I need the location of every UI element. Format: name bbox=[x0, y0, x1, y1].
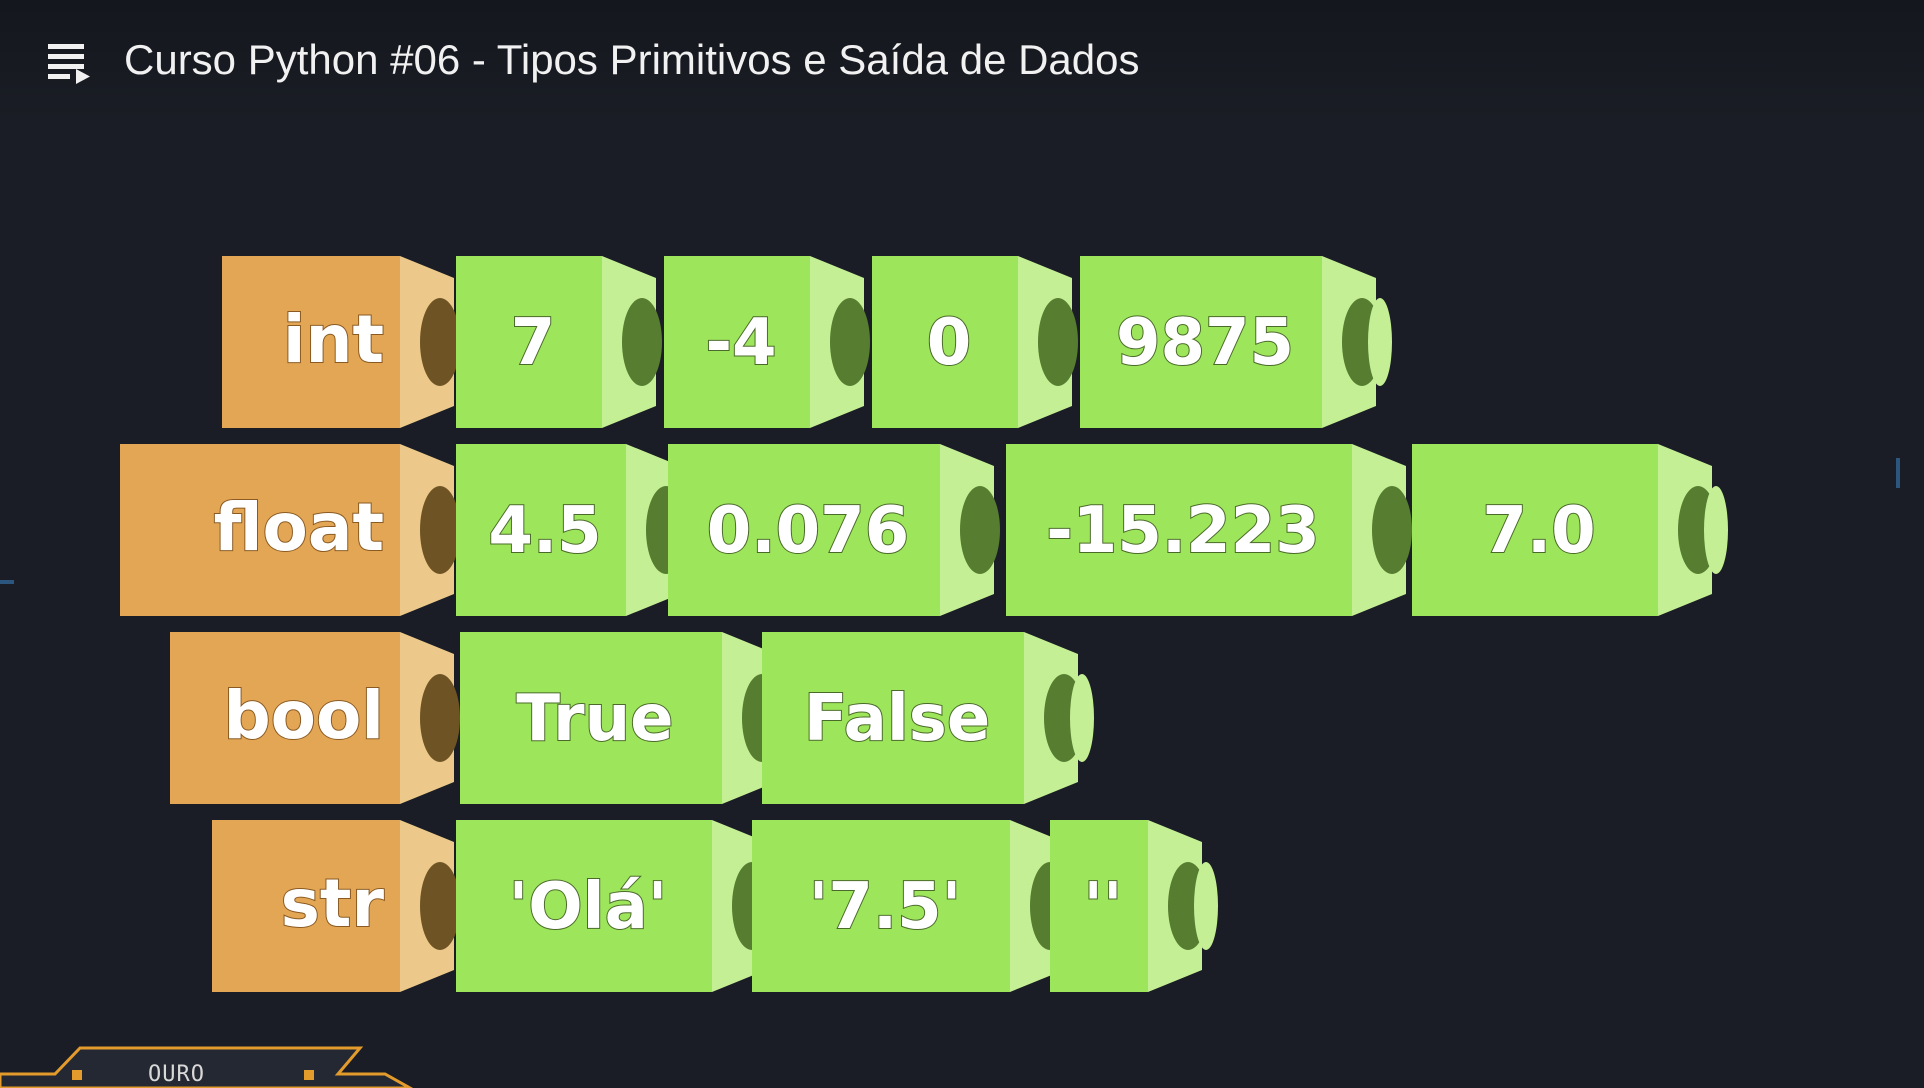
row-int: int 7 -4 0 9875 bbox=[222, 256, 1392, 428]
row-float: float 4.5 0.076 -15.223 7.0 bbox=[120, 444, 1728, 616]
value-label: 'Olá' bbox=[509, 870, 668, 944]
value-label: '7.5' bbox=[809, 870, 962, 944]
rank-badge bbox=[0, 1046, 414, 1088]
value-label: 7.0 bbox=[1482, 494, 1595, 568]
row-bool: bool True False bbox=[170, 632, 1094, 804]
value-block: False bbox=[762, 632, 1094, 804]
data-type-blocks: int 7 -4 0 9875 float 4.5 0.076 -15.223 7.0 bool Tr… bbox=[120, 256, 1728, 992]
value-block: -15.223 bbox=[1006, 444, 1412, 616]
value-label: -4 bbox=[705, 306, 776, 380]
value-block: 0.076 bbox=[668, 444, 1000, 616]
row-str: str 'Olá' '7.5' '' bbox=[212, 820, 1218, 992]
value-block: 7.0 bbox=[1412, 444, 1728, 616]
type-label: str bbox=[281, 865, 385, 942]
chain-end-cap bbox=[1704, 486, 1728, 574]
video-frame[interactable]: Curso Python #06 - Tipos Primitivos e Sa… bbox=[0, 0, 1924, 1088]
rank-badge-label: OURO bbox=[148, 1062, 205, 1087]
value-connector bbox=[960, 486, 1000, 574]
value-block: -4 bbox=[664, 256, 870, 428]
type-block-str: str bbox=[212, 820, 460, 992]
chain-end-cap bbox=[1070, 674, 1094, 762]
value-label: True bbox=[516, 682, 673, 756]
type-connector bbox=[420, 486, 460, 574]
value-connector bbox=[1372, 486, 1412, 574]
type-block-bool: bool bbox=[170, 632, 460, 804]
value-label: 7 bbox=[511, 306, 556, 380]
type-block-int: int bbox=[222, 256, 460, 428]
type-connector bbox=[420, 862, 460, 950]
value-block: '' bbox=[1050, 820, 1218, 992]
chain-end-cap bbox=[1368, 298, 1392, 386]
value-block: 7 bbox=[456, 256, 662, 428]
type-label: bool bbox=[223, 677, 384, 754]
type-block-float: float bbox=[120, 444, 460, 616]
type-connector bbox=[420, 674, 460, 762]
value-block: True bbox=[460, 632, 782, 804]
value-label: 9875 bbox=[1116, 306, 1294, 380]
value-label: -15.223 bbox=[1046, 494, 1320, 568]
value-label: '' bbox=[1083, 870, 1122, 944]
value-label: 0 bbox=[927, 306, 972, 380]
value-label: False bbox=[804, 682, 991, 756]
value-connector bbox=[1038, 298, 1078, 386]
value-connector bbox=[830, 298, 870, 386]
value-block: 9875 bbox=[1080, 256, 1392, 428]
type-label: int bbox=[283, 301, 384, 378]
chain-end-cap bbox=[1194, 862, 1218, 950]
value-block: '7.5' bbox=[752, 820, 1070, 992]
value-connector bbox=[622, 298, 662, 386]
value-block: 'Olá' bbox=[456, 820, 772, 992]
type-label: float bbox=[214, 489, 384, 566]
value-label: 4.5 bbox=[488, 494, 601, 568]
type-connector bbox=[420, 298, 460, 386]
value-label: 0.076 bbox=[707, 494, 909, 568]
value-block: 4.5 bbox=[456, 444, 686, 616]
value-block: 0 bbox=[872, 256, 1078, 428]
